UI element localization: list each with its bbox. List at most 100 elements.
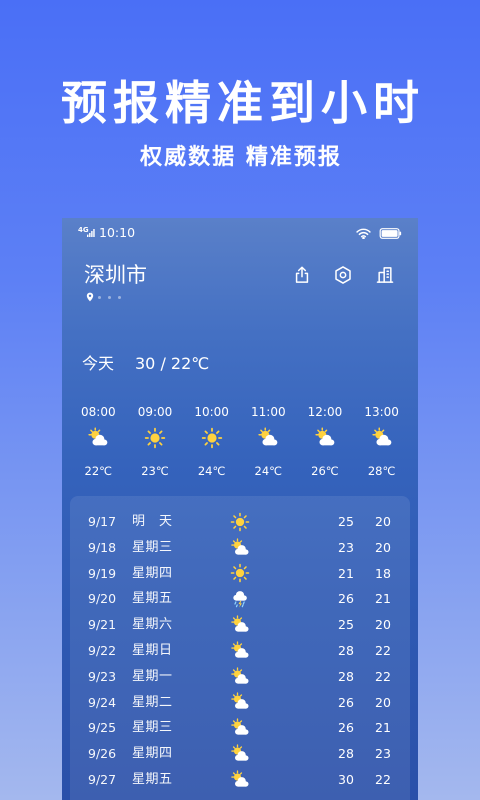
- daily-row[interactable]: 9/18 星期三 23 20: [70, 535, 410, 561]
- hour-temperature: 22℃: [84, 464, 113, 478]
- sun-icon: [144, 427, 166, 449]
- partly-cloudy-icon: [230, 538, 250, 558]
- day-high-temp: 28: [338, 668, 354, 684]
- daily-row[interactable]: 9/24 星期二 26 20: [70, 690, 410, 716]
- hour-time: 08:00: [81, 405, 116, 419]
- location-indicator: [86, 292, 121, 302]
- day-low-temp: 21: [375, 720, 391, 736]
- page-dot: [98, 295, 101, 299]
- day-weekday: 星期三: [132, 720, 172, 736]
- today-temperature: 30 / 22℃: [135, 354, 210, 373]
- day-date: 9/22: [88, 642, 117, 658]
- day-high-temp: 26: [338, 694, 354, 710]
- daily-forecast-list: 9/17 明 天 25 20 9/18 星期三 23 20 9/19 星期四 21 18 9/20 星期五…: [70, 496, 410, 800]
- thunder-rain-icon: [230, 589, 250, 609]
- partly-cloudy-icon: [230, 744, 250, 764]
- partly-cloudy-icon: [371, 427, 393, 449]
- wifi-icon: [356, 228, 371, 239]
- day-weekday: 星期五: [132, 771, 172, 787]
- day-weekday: 明 天: [132, 514, 172, 529]
- day-low-temp: 21: [375, 591, 391, 607]
- location-pin-icon: [86, 292, 94, 302]
- day-weekday: 星期二: [132, 694, 172, 710]
- hourly-item: 10:00 24℃: [183, 403, 240, 479]
- hourly-item: 11:00 24℃: [240, 403, 297, 479]
- daily-row[interactable]: 9/27 星期五 30 22: [70, 767, 410, 793]
- hour-time: 13:00: [364, 405, 399, 419]
- day-high-temp: 28: [338, 642, 354, 658]
- hour-temperature: 24℃: [197, 464, 226, 478]
- page-indicator: [98, 295, 121, 299]
- partly-cloudy-icon: [230, 770, 250, 790]
- hour-temperature: 26℃: [311, 464, 339, 478]
- day-high-temp: 21: [338, 565, 354, 581]
- page-dot: [108, 295, 111, 299]
- partly-cloudy-icon: [257, 427, 279, 449]
- hourly-forecast: 08:00 22℃ 09:00 23℃ 10:00 24℃ 11:00 24℃ 12:00 26℃…: [70, 403, 410, 479]
- gear-icon[interactable]: [333, 265, 353, 285]
- day-high-temp: 26: [338, 720, 354, 736]
- page-dot: [118, 295, 121, 299]
- hour-time: 09:00: [137, 405, 173, 419]
- hour-temperature: 24℃: [254, 464, 283, 478]
- share-icon[interactable]: [292, 265, 312, 285]
- day-date: 9/20: [88, 591, 117, 607]
- day-low-temp: 22: [375, 668, 391, 684]
- daily-row[interactable]: 9/20 星期五 26 21: [70, 586, 410, 612]
- status-bar: 4G 10:10: [78, 224, 402, 242]
- day-date: 9/21: [88, 617, 117, 633]
- day-date: 9/18: [88, 539, 117, 555]
- day-weekday: 星期一: [132, 668, 172, 684]
- day-date: 9/24: [88, 694, 117, 710]
- day-high-temp: 25: [338, 617, 354, 633]
- partly-cloudy-icon: [230, 718, 250, 738]
- hourly-item: 13:00 28℃: [353, 403, 410, 479]
- day-weekday: 星期四: [132, 746, 172, 762]
- city-name: 深圳市: [84, 263, 147, 287]
- promo-subheadline: 权威数据 精准预报: [140, 145, 342, 170]
- status-left: 4G 10:10: [78, 226, 135, 240]
- day-weekday: 星期三: [132, 539, 172, 555]
- day-high-temp: 25: [338, 514, 354, 529]
- day-high-temp: 30: [338, 771, 354, 787]
- sun-icon: [230, 563, 250, 583]
- daily-row[interactable]: 9/17 明 天 25 20: [70, 509, 410, 535]
- hour-time: 12:00: [307, 405, 343, 419]
- city-manage-icon[interactable]: [375, 265, 395, 285]
- hourly-item: 09:00 23℃: [127, 403, 184, 479]
- day-date: 9/27: [88, 771, 117, 787]
- partly-cloudy-icon: [230, 641, 250, 661]
- battery-icon: [379, 227, 402, 239]
- partly-cloudy-icon: [314, 427, 336, 449]
- day-high-temp: 28: [338, 746, 354, 762]
- partly-cloudy-icon: [87, 427, 109, 449]
- daily-row[interactable]: 9/22 星期日 28 22: [70, 638, 410, 664]
- day-date: 9/23: [88, 668, 117, 684]
- sun-icon: [230, 512, 250, 532]
- status-right: [356, 227, 402, 239]
- day-date: 9/25: [88, 720, 117, 736]
- daily-row[interactable]: 9/21 星期六 25 20: [70, 612, 410, 638]
- day-date: 9/19: [88, 565, 117, 581]
- partly-cloudy-icon: [230, 615, 250, 635]
- hour-temperature: 23℃: [141, 464, 169, 478]
- partly-cloudy-icon: [230, 692, 250, 712]
- hour-time: 11:00: [251, 405, 286, 419]
- day-high-temp: 23: [338, 539, 354, 555]
- day-weekday: 星期日: [132, 642, 172, 658]
- daily-row[interactable]: 9/26 星期四 28 23: [70, 741, 410, 767]
- day-low-temp: 18: [375, 565, 391, 581]
- day-low-temp: 23: [375, 746, 391, 762]
- hour-temperature: 28℃: [367, 464, 396, 478]
- sun-icon: [201, 427, 223, 449]
- daily-row[interactable]: 9/19 星期四 21 18: [70, 561, 410, 587]
- day-low-temp: 20: [375, 694, 391, 710]
- daily-row[interactable]: 9/25 星期三 26 21: [70, 715, 410, 741]
- hourly-item: 08:00 22℃: [70, 403, 127, 479]
- partly-cloudy-icon: [230, 667, 250, 687]
- day-low-temp: 20: [375, 514, 391, 529]
- status-time: 10:10: [99, 225, 136, 240]
- day-weekday: 星期六: [132, 617, 172, 633]
- day-low-temp: 22: [375, 771, 391, 787]
- daily-row[interactable]: 9/23 星期一 28 22: [70, 664, 410, 690]
